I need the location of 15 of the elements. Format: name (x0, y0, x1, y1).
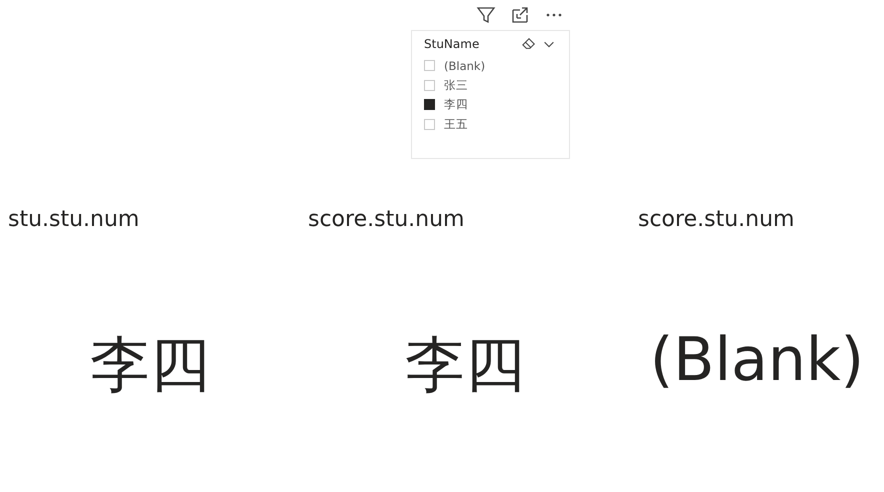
card-value: (Blank) (650, 325, 864, 395)
focus-mode-icon[interactable] (510, 5, 530, 25)
slicer-item[interactable]: (Blank) (444, 58, 486, 73)
card-label: stu.stu.num (8, 207, 140, 232)
checkbox[interactable] (424, 99, 435, 110)
slicer-item[interactable]: 王五 (444, 116, 468, 132)
slicer-item[interactable]: 张三 (444, 78, 468, 93)
slicer-title: StuName (424, 37, 480, 51)
card-value: 李四 (90, 329, 210, 402)
card-value: 李四 (405, 329, 525, 402)
filter-icon[interactable] (476, 5, 496, 25)
slicer-item[interactable]: 李四 (444, 97, 468, 112)
eraser-icon[interactable] (521, 37, 537, 51)
card-label: score.stu.num (308, 207, 464, 232)
card-label: score.stu.num (638, 207, 794, 232)
